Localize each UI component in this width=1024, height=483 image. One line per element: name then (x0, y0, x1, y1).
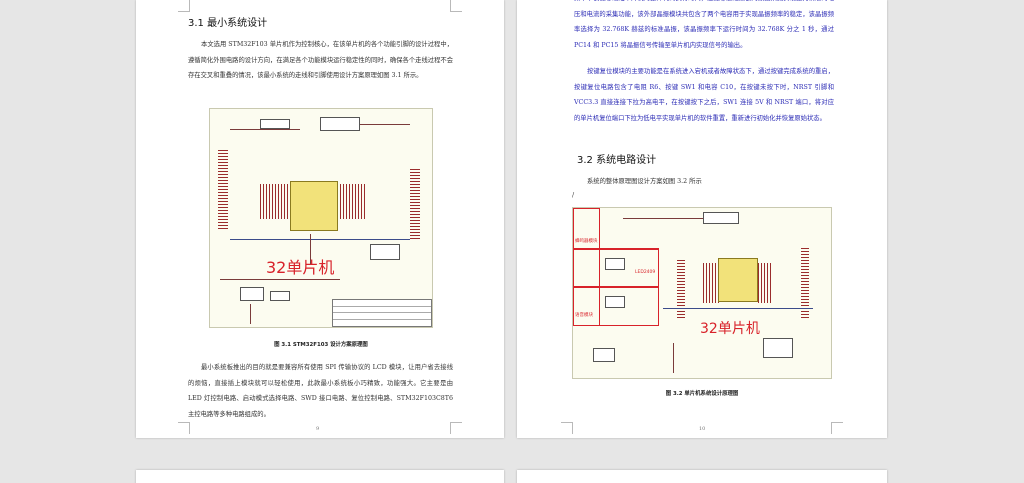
schematic-figure: 32单片机 (209, 108, 433, 328)
module-tag: 蜂鸣器模块 (575, 239, 598, 244)
slash-mark: / (572, 192, 575, 199)
next-page-right (517, 470, 887, 483)
crop-mark (178, 0, 190, 12)
figure-caption: 图 3.2 单片机系统设计原理图 (665, 391, 739, 397)
mcu-chip (290, 181, 338, 231)
section-heading: 3.1 最小系统设计 (188, 18, 268, 29)
page-10: 频率不仅能够缩短单片机的整体代码执行时间，还能够通过高额的数据采集实现更为精准的… (517, 0, 887, 438)
figure-caption: 图 3.1 STM32F103 设计方案原理图 (274, 342, 368, 348)
module-box (573, 208, 600, 326)
paragraph: 最小系统板推出的目的就是要兼容所有使用 SPI 传输协议的 LCD 模块，让用户… (188, 364, 453, 418)
paragraph: 系统的整体原理图设计方案如图 3.2 所示 (587, 178, 702, 185)
mcu-chip (718, 258, 758, 302)
crop-mark (450, 0, 462, 12)
paragraph: 本文选用 STM32F103 单片机作为控制核心，在该单片机的各个功能引脚的设计… (188, 41, 453, 79)
module-tag: 语音模块 (575, 313, 593, 318)
crop-mark (450, 422, 462, 434)
crop-mark (561, 422, 573, 434)
paragraph: 按键复位模块的主要功能是在系统进入宕机或者故障状态下，通过按键完成系统的重启，按… (574, 68, 834, 122)
page-number: 9 (316, 426, 320, 432)
crop-mark (831, 422, 843, 434)
title-block (332, 299, 432, 327)
schematic-figure: 蜂鸣器模块 LED2409 语音模块 32单片机 (572, 207, 832, 379)
crop-mark (178, 422, 190, 434)
figure-label: 32单片机 (700, 321, 760, 337)
document-viewer: 3.1 最小系统设计 本文选用 STM32F103 单片机作为控制核心，在该单片… (0, 0, 1024, 483)
figure-label: 32单片机 (266, 258, 335, 277)
page-9: 3.1 最小系统设计 本文选用 STM32F103 单片机作为控制核心，在该单片… (136, 0, 504, 438)
paragraph: 频率不仅能够缩短单片机的整体代码执行时间，还能够通过高额的数据采集实现更为精准的… (574, 0, 834, 49)
page-number: 10 (699, 426, 706, 432)
section-heading: 3.2 系统电路设计 (577, 155, 657, 166)
module-tag: LED2409 (635, 270, 656, 275)
next-page-left (136, 470, 504, 483)
